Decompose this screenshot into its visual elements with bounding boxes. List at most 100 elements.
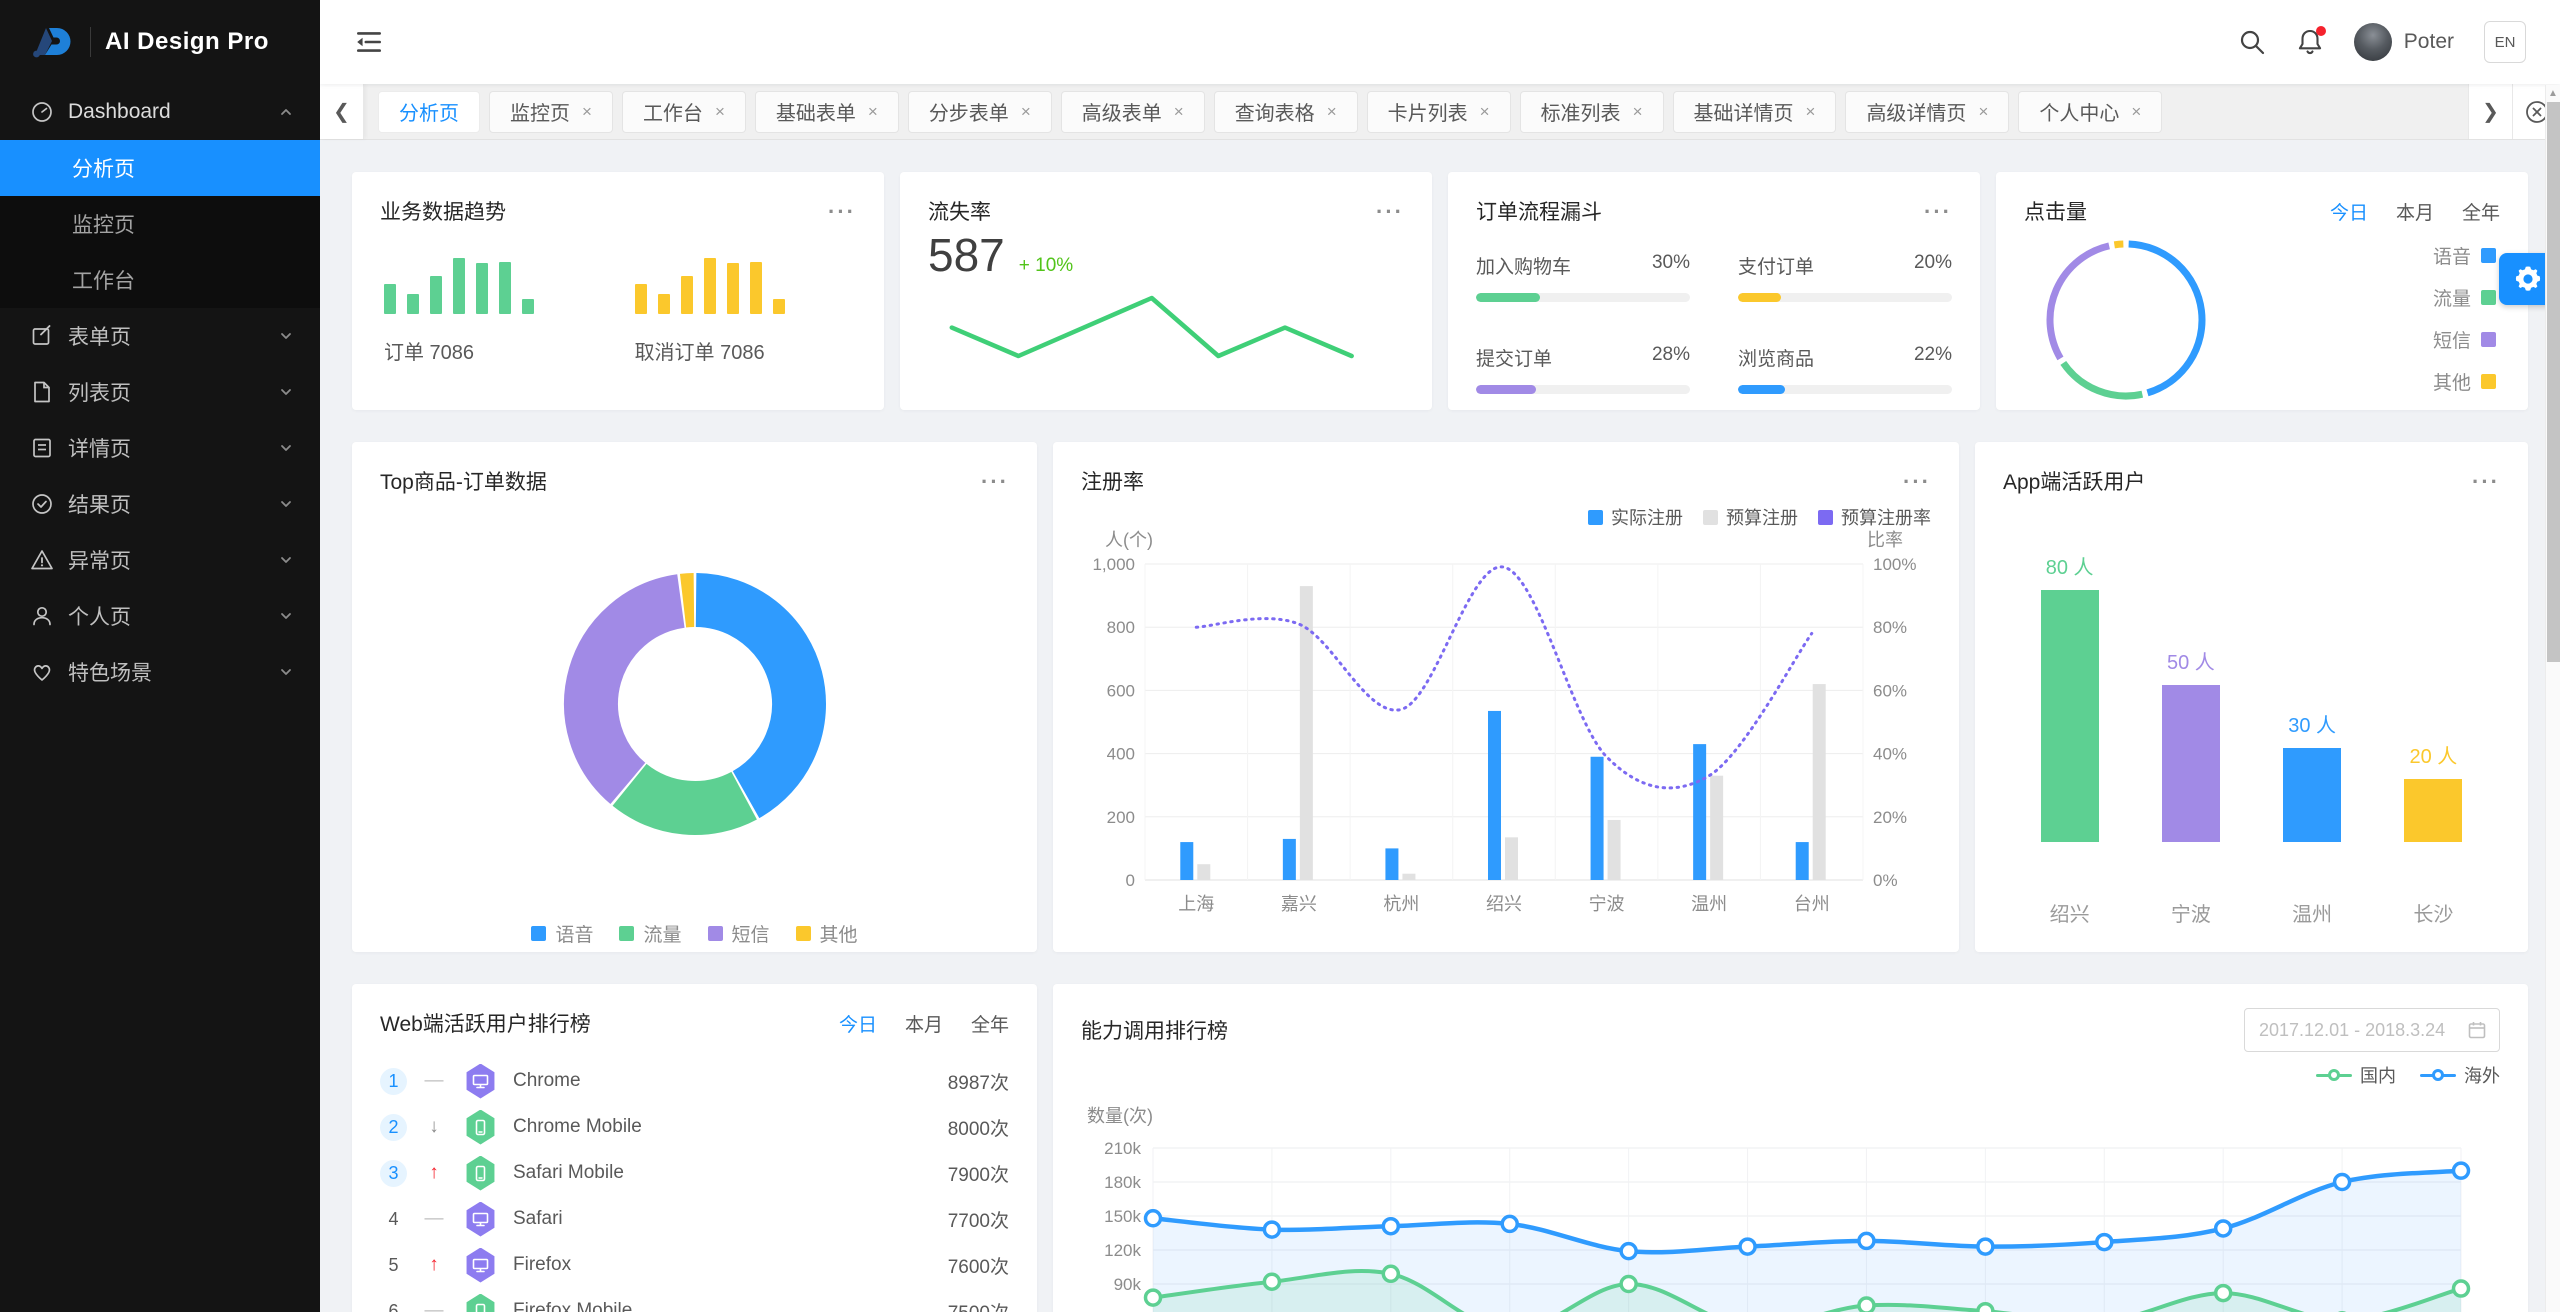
filter-全年[interactable]: 全年	[2462, 198, 2500, 225]
progress-fill	[1738, 385, 1785, 394]
menu-fold-icon[interactable]	[354, 27, 384, 57]
legend-item-其他[interactable]: 其他	[2433, 368, 2496, 395]
tab-查询表格[interactable]: 查询表格×	[1214, 91, 1358, 133]
tab-标准列表[interactable]: 标准列表×	[1520, 91, 1664, 133]
sidebar-item-列表页[interactable]: 列表页	[0, 364, 320, 420]
tabs-container: 分析页监控页×工作台×基础表单×分步表单×高级表单×查询表格×卡片列表×标准列表…	[364, 84, 2176, 139]
page-scrollbar[interactable]: ▲	[2545, 85, 2560, 1312]
tab-close-icon[interactable]: ×	[1480, 103, 1490, 120]
sidebar-subitem-分析页[interactable]: 分析页	[0, 140, 320, 196]
card-menu-button[interactable]: ···	[1903, 476, 1931, 487]
card-menu-button[interactable]: ···	[2472, 476, 2500, 487]
bar-budget-嘉兴	[1300, 586, 1313, 880]
user-menu[interactable]: Poter	[2354, 23, 2454, 61]
legend-item-海外[interactable]: 海外	[2420, 1062, 2500, 1088]
filter-本月[interactable]: 本月	[2396, 198, 2434, 225]
overseas-marker	[1502, 1216, 1517, 1231]
tab-高级详情页[interactable]: 高级详情页×	[1845, 91, 2009, 133]
legend-item-流量[interactable]: 流量	[619, 920, 681, 947]
legend-item-语音[interactable]: 语音	[2433, 242, 2496, 269]
sidebar-subitem-工作台[interactable]: 工作台	[0, 252, 320, 308]
legend-item-其他[interactable]: 其他	[796, 920, 858, 947]
sidebar-item-结果页[interactable]: 结果页	[0, 476, 320, 532]
top-goods-card: Top商品-订单数据 ··· 语音流量短信其他	[352, 442, 1037, 952]
card-menu-button[interactable]: ···	[828, 206, 856, 217]
top-goods-donut-chart	[545, 554, 845, 854]
sidebar-item-个人页[interactable]: 个人页	[0, 588, 320, 644]
card-menu-button[interactable]: ···	[1376, 206, 1404, 217]
tab-高级表单[interactable]: 高级表单×	[1061, 91, 1205, 133]
card-menu-button[interactable]: ···	[981, 476, 1009, 487]
legend-item-短信[interactable]: 短信	[708, 920, 770, 947]
tab-close-icon[interactable]: ×	[1806, 103, 1816, 120]
tab-close-icon[interactable]: ×	[1174, 103, 1184, 120]
search-icon[interactable]	[2238, 28, 2266, 56]
tab-基础表单[interactable]: 基础表单 ×	[755, 91, 899, 133]
result-icon	[30, 492, 54, 516]
x-label-杭州: 杭州	[1383, 894, 1419, 914]
legend-item-预算注册[interactable]: 预算注册	[1703, 504, 1798, 530]
cards-row-1: 业务数据趋势 ··· 订单 7086取消订单 7086 流失率 ··· 587 …	[352, 172, 2528, 410]
tab-close-icon[interactable]: ×	[715, 103, 725, 120]
filter-全年[interactable]: 全年	[971, 1010, 1009, 1037]
tab-close-icon[interactable]: ×	[1327, 103, 1337, 120]
tabs-scroll-right-button[interactable]: ❯	[2468, 84, 2512, 139]
legend-item-预算注册率[interactable]: 预算注册率	[1818, 504, 1931, 530]
legend-item-短信[interactable]: 短信	[2433, 326, 2496, 353]
rank-row-Safari Mobile[interactable]: 3↑Safari Mobile7900次	[380, 1150, 1009, 1196]
legend-item-实际注册[interactable]: 实际注册	[1588, 504, 1683, 530]
bar-actual-台州	[1796, 842, 1809, 880]
filter-本月[interactable]: 本月	[905, 1010, 943, 1037]
sidebar-item-表单页[interactable]: 表单页	[0, 308, 320, 364]
tab-label: 基础表单	[776, 97, 856, 126]
bell-icon[interactable]	[2296, 28, 2324, 56]
rank-row-Safari[interactable]: 4—Safari7700次	[380, 1196, 1009, 1242]
domestic-marker	[2216, 1286, 2231, 1301]
filter-今日[interactable]: 今日	[2330, 198, 2368, 225]
tab-卡片列表[interactable]: 卡片列表×	[1367, 91, 1511, 133]
tab-close-icon[interactable]: ×	[2131, 103, 2141, 120]
y-tick-right: 40%	[1873, 745, 1907, 764]
rank-row-Firefox[interactable]: 5↑Firefox7600次	[380, 1242, 1009, 1288]
bar-绍兴	[2041, 590, 2099, 842]
filter-今日[interactable]: 今日	[839, 1010, 877, 1037]
legend-item-流量[interactable]: 流量	[2433, 284, 2496, 311]
sidebar-subitem-监控页[interactable]: 监控页	[0, 196, 320, 252]
legend-label: 流量	[2433, 284, 2471, 311]
sidebar-item-详情页[interactable]: 详情页	[0, 420, 320, 476]
tab-close-icon[interactable]: ×	[1021, 103, 1031, 120]
rank-row-Firefox Mobile[interactable]: 6—Firefox Mobile7500次	[380, 1288, 1009, 1312]
rank-row-Chrome Mobile[interactable]: 2↓Chrome Mobile8000次	[380, 1104, 1009, 1150]
tab-监控页[interactable]: 监控页×	[489, 91, 613, 133]
y-tick-left: 400	[1107, 745, 1135, 764]
date-range-input[interactable]: 2017.12.01 - 2018.3.24	[2244, 1008, 2500, 1052]
axis-title-right: 比率	[1867, 530, 1903, 550]
tab-close-icon[interactable]: ×	[582, 103, 592, 120]
tab-分步表单[interactable]: 分步表单×	[908, 91, 1052, 133]
scrollbar-thumb[interactable]	[2547, 102, 2560, 662]
avatar	[2354, 23, 2392, 61]
language-button[interactable]: EN	[2484, 21, 2526, 63]
trend-up-icon: ↑	[423, 1254, 445, 1276]
card-menu-button[interactable]: ···	[1924, 206, 1952, 217]
tab-分析页[interactable]: 分析页	[378, 91, 480, 133]
rank-row-Chrome[interactable]: 1—Chrome8987次	[380, 1058, 1009, 1104]
logo[interactable]: AI Design Pro	[0, 0, 320, 84]
legend-item-语音[interactable]: 语音	[531, 920, 593, 947]
top-goods-legend: 语音流量短信其他	[380, 920, 1009, 947]
x-label-嘉兴: 嘉兴	[1281, 894, 1317, 914]
tab-close-icon[interactable]: ×	[1978, 103, 1988, 120]
tab-个人中心[interactable]: 个人中心×	[2018, 91, 2162, 133]
tabs-scroll-left-button[interactable]: ❮	[320, 84, 364, 139]
tab-close-icon[interactable]: ×	[1633, 103, 1643, 120]
sidebar-item-特色场景[interactable]: 特色场景	[0, 644, 320, 700]
legend-item-国内[interactable]: 国内	[2316, 1062, 2396, 1088]
sidebar-item-dashboard[interactable]: Dashboard	[0, 84, 320, 140]
x-label-温州: 温州	[1691, 894, 1727, 914]
scroll-up-arrow[interactable]: ▲	[2546, 85, 2560, 101]
tab-工作台[interactable]: 工作台×	[622, 91, 746, 133]
tab-close-icon[interactable]: ×	[868, 103, 878, 120]
sidebar-item-异常页[interactable]: 异常页	[0, 532, 320, 588]
tab-基础详情页[interactable]: 基础详情页×	[1673, 91, 1837, 133]
funnel-item-浏览商品: 浏览商品22%	[1738, 344, 1952, 394]
